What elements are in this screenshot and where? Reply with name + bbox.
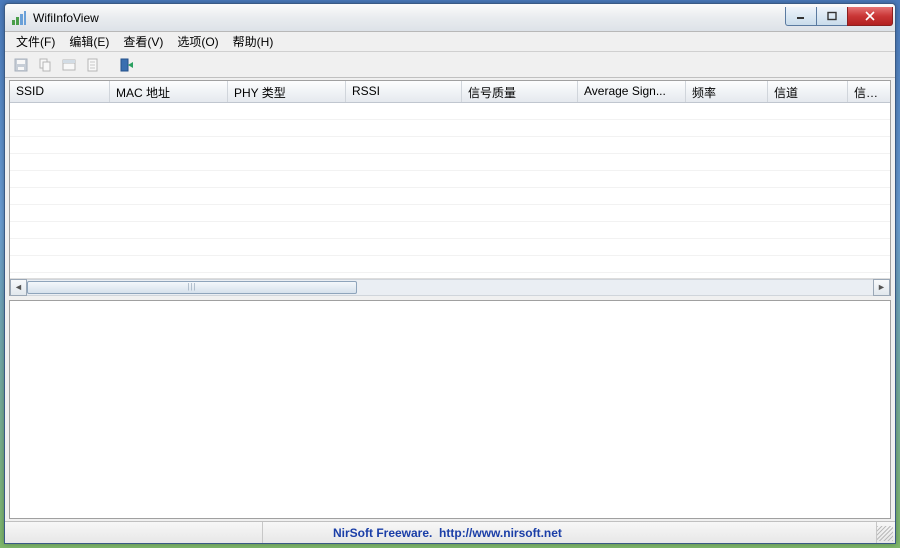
properties-icon[interactable]: [59, 55, 79, 75]
scroll-left-button[interactable]: ◄: [10, 279, 27, 296]
status-cell-left: [5, 522, 263, 543]
scroll-thumb[interactable]: [27, 281, 357, 294]
col-infosize[interactable]: 信息大小: [848, 81, 890, 102]
window-controls: [786, 7, 893, 26]
toolbar: [5, 52, 895, 78]
detail-pane[interactable]: [9, 300, 891, 519]
exit-icon[interactable]: [117, 55, 137, 75]
table-body[interactable]: [10, 103, 890, 278]
close-button[interactable]: [847, 7, 893, 26]
content-area: SSID MAC 地址 PHY 类型 RSSI 信号质量 Average Sig…: [9, 80, 891, 519]
wifi-list-pane: SSID MAC 地址 PHY 类型 RSSI 信号质量 Average Sig…: [9, 80, 891, 296]
table-header: SSID MAC 地址 PHY 类型 RSSI 信号质量 Average Sig…: [10, 81, 890, 103]
refresh-icon[interactable]: [83, 55, 103, 75]
app-window: WifiInfoView 文件(F) 编辑(E) 查看(V) 选项(O) 帮助(…: [4, 3, 896, 544]
col-quality[interactable]: 信号质量: [462, 81, 578, 102]
statusbar: NirSoft Freeware. http://www.nirsoft.net: [5, 521, 895, 543]
col-avgsignal[interactable]: Average Sign...: [578, 81, 686, 102]
col-freq[interactable]: 频率: [686, 81, 768, 102]
menubar: 文件(F) 编辑(E) 查看(V) 选项(O) 帮助(H): [5, 32, 895, 52]
status-credit: NirSoft Freeware. http://www.nirsoft.net: [263, 522, 877, 543]
menu-view[interactable]: 查看(V): [116, 31, 170, 52]
col-phy[interactable]: PHY 类型: [228, 81, 346, 102]
col-channel[interactable]: 信道: [768, 81, 848, 102]
titlebar[interactable]: WifiInfoView: [5, 4, 895, 32]
scroll-right-button[interactable]: ►: [873, 279, 890, 296]
minimize-button[interactable]: [785, 7, 817, 26]
menu-help[interactable]: 帮助(H): [226, 31, 281, 52]
col-mac[interactable]: MAC 地址: [110, 81, 228, 102]
horizontal-scrollbar[interactable]: ◄ ►: [10, 278, 890, 295]
window-title: WifiInfoView: [33, 11, 786, 25]
scroll-track[interactable]: [27, 279, 873, 296]
save-icon[interactable]: [11, 55, 31, 75]
copy-icon[interactable]: [35, 55, 55, 75]
menu-file[interactable]: 文件(F): [9, 31, 62, 52]
app-icon: [11, 10, 27, 26]
maximize-button[interactable]: [816, 7, 848, 26]
status-text-1: NirSoft Freeware.: [333, 526, 436, 540]
status-text-2: http://www.nirsoft.net: [436, 526, 562, 540]
chevron-right-icon: ►: [877, 283, 886, 292]
resize-grip-icon[interactable]: [877, 526, 893, 541]
col-rssi[interactable]: RSSI: [346, 81, 462, 102]
menu-edit[interactable]: 编辑(E): [62, 31, 116, 52]
col-ssid[interactable]: SSID: [10, 81, 110, 102]
menu-options[interactable]: 选项(O): [170, 31, 225, 52]
chevron-left-icon: ◄: [14, 283, 23, 292]
